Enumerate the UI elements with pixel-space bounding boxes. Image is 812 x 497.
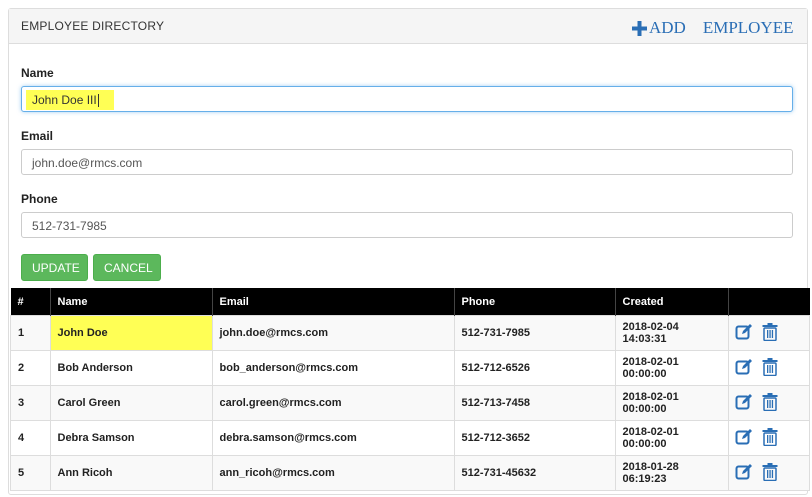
phone-field-value: 512-731-7985 <box>32 219 107 233</box>
cell-actions <box>727 420 810 456</box>
cell-actions <box>727 350 810 386</box>
page-title: EMPLOYEE DIRECTORY <box>21 19 165 33</box>
cell-email: carol.green@rmcs.com <box>211 385 455 421</box>
name-label: Name <box>21 66 54 80</box>
cell-created: 2018-02-01 00:00:00 <box>614 385 729 421</box>
name-field[interactable]: John Doe III <box>21 86 793 112</box>
cell-actions <box>727 315 810 351</box>
trash-icon[interactable] <box>762 392 778 414</box>
edit-icon[interactable] <box>735 323 753 344</box>
cell-created: 2018-01-28 06:19:23 <box>614 455 729 491</box>
edit-icon[interactable] <box>735 393 753 414</box>
cell-id: 1 <box>10 315 51 351</box>
trash-icon[interactable] <box>762 462 778 484</box>
cancel-button[interactable]: CANCEL <box>93 254 161 281</box>
cell-email: bob_anderson@rmcs.com <box>211 350 455 386</box>
email-field-value: john.doe@rmcs.com <box>32 156 143 170</box>
phone-field[interactable]: 512-731-7985 <box>21 212 793 238</box>
email-label: Email <box>21 129 54 143</box>
cell-email: john.doe@rmcs.com <box>211 315 455 351</box>
table-row: 2 Bob Anderson bob_anderson@rmcs.com 512… <box>10 350 810 386</box>
col-header-name: Name <box>49 288 212 316</box>
cell-actions <box>727 455 810 491</box>
cell-phone: 512-731-45632 <box>453 455 616 491</box>
name-field-value: John Doe III <box>26 90 114 110</box>
cell-actions <box>727 385 810 421</box>
add-employee-button[interactable]: ADD EMPLOYEE <box>632 16 794 40</box>
cell-phone: 512-731-7985 <box>453 315 616 351</box>
cell-name: Debra Samson <box>49 420 213 456</box>
update-button[interactable]: UPDATE <box>21 254 88 281</box>
cell-created: 2018-02-01 00:00:00 <box>614 420 729 456</box>
cell-phone: 512-712-3652 <box>453 420 616 456</box>
cell-email: debra.samson@rmcs.com <box>211 420 455 456</box>
trash-icon[interactable] <box>762 357 778 379</box>
table-row: 1 John Doe john.doe@rmcs.com 512-731-798… <box>10 315 810 351</box>
text-caret <box>97 94 99 108</box>
col-header-email: Email <box>211 288 454 316</box>
plus-icon <box>632 20 647 36</box>
edit-icon[interactable] <box>735 463 753 484</box>
col-header-id: # <box>10 288 50 316</box>
cell-name: Carol Green <box>49 385 213 421</box>
add-label: ADD <box>649 18 686 37</box>
table-header-row: # Name Email Phone Created <box>10 288 810 316</box>
cell-id: 5 <box>10 455 51 491</box>
table-row: 5 Ann Ricoh ann_ricoh@rmcs.com 512-731-4… <box>10 455 810 491</box>
col-header-created: Created <box>614 288 728 316</box>
cell-name: John Doe <box>49 315 213 351</box>
cell-id: 3 <box>10 385 51 421</box>
cell-phone: 512-713-7458 <box>453 385 616 421</box>
cell-phone: 512-712-6526 <box>453 350 616 386</box>
email-field[interactable]: john.doe@rmcs.com <box>21 149 793 175</box>
cell-created: 2018-02-04 14:03:31 <box>614 315 729 351</box>
edit-icon[interactable] <box>735 358 753 379</box>
col-header-phone: Phone <box>453 288 615 316</box>
col-header-actions <box>727 288 810 316</box>
employee-table: # Name Email Phone Created 1 John Doe jo… <box>10 288 810 491</box>
cell-name: Bob Anderson <box>49 350 213 386</box>
cell-created: 2018-02-01 00:00:00 <box>614 350 729 386</box>
phone-label: Phone <box>21 192 58 206</box>
table-row: 4 Debra Samson debra.samson@rmcs.com 512… <box>10 420 810 456</box>
edit-icon[interactable] <box>735 428 753 449</box>
trash-icon[interactable] <box>762 322 778 344</box>
employee-label: EMPLOYEE <box>702 18 794 37</box>
panel-header: EMPLOYEE DIRECTORY ADD EMPLOYEE <box>9 9 807 44</box>
cell-name: Ann Ricoh <box>49 455 213 491</box>
cell-email: ann_ricoh@rmcs.com <box>211 455 455 491</box>
table-row: 3 Carol Green carol.green@rmcs.com 512-7… <box>10 385 810 421</box>
cell-id: 4 <box>10 420 51 456</box>
cell-id: 2 <box>10 350 51 386</box>
trash-icon[interactable] <box>762 427 778 449</box>
